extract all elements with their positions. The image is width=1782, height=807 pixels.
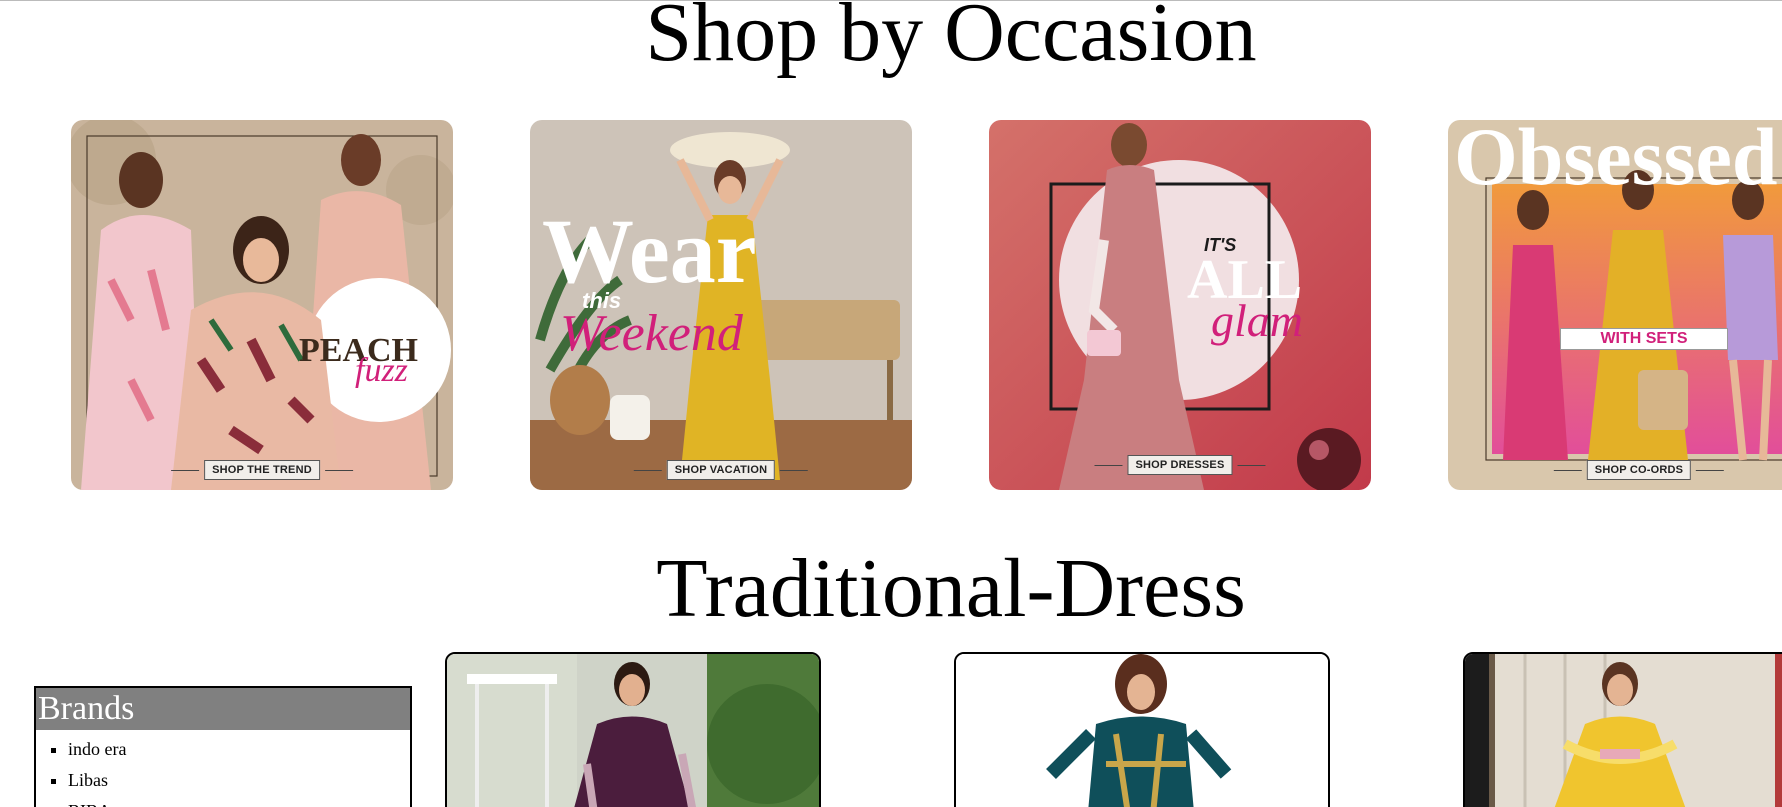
product-card-teal-suit[interactable] bbox=[954, 652, 1330, 807]
obsessed-headline: Obsessed bbox=[1454, 120, 1778, 202]
glam-banner-image bbox=[989, 120, 1371, 490]
brand-item-biba[interactable]: BIBA bbox=[68, 796, 410, 807]
shop-vacation-button[interactable]: SHOP VACATION bbox=[633, 460, 809, 480]
with-sets-headline: WITH SETS bbox=[1560, 328, 1728, 350]
product-card-yellow-lehenga[interactable] bbox=[1463, 652, 1782, 807]
shop-dresses-button[interactable]: SHOP DRESSES bbox=[1094, 455, 1266, 475]
product-image-purple-anarkali bbox=[447, 654, 819, 807]
shop-the-trend-button[interactable]: SHOP THE TREND bbox=[171, 460, 353, 480]
fuzz-headline: fuzz bbox=[355, 352, 408, 389]
occasion-card-peach-fuzz[interactable]: PEACH fuzz SHOP THE TREND bbox=[71, 120, 453, 490]
brands-list: indo era Libas BIBA bbox=[36, 734, 410, 807]
product-image-yellow-lehenga bbox=[1465, 654, 1782, 807]
brand-item-libas[interactable]: Libas bbox=[68, 765, 410, 796]
shop-by-occasion-heading: Shop by Occasion bbox=[645, 0, 1257, 79]
peach-fuzz-banner-image bbox=[71, 120, 453, 490]
occasion-card-its-all-glam[interactable]: IT'S ALL glam SHOP DRESSES bbox=[989, 120, 1371, 490]
traditional-dress-heading: Traditional-Dress bbox=[656, 542, 1246, 635]
product-image-teal-suit bbox=[956, 654, 1328, 807]
shop-co-ords-button[interactable]: SHOP CO-ORDS bbox=[1553, 460, 1725, 480]
brands-heading: Brands bbox=[36, 688, 410, 730]
weekend-headline: Weekend bbox=[560, 305, 743, 362]
brands-filter-panel: Brands indo era Libas BIBA bbox=[34, 686, 412, 807]
occasion-card-wear-this-weekend[interactable]: Wear this Weekend SHOP VACATION bbox=[530, 120, 912, 490]
page: Shop by Occasion PEACH fuzz SHOP THE TRE… bbox=[0, 0, 1782, 807]
wear-headline: Wear bbox=[542, 200, 757, 302]
glam-headline: glam bbox=[1211, 295, 1303, 346]
brand-item-indo-era[interactable]: indo era bbox=[68, 734, 410, 765]
occasion-card-obsessed-with-sets[interactable]: Obsessed WITH SETS SHOP CO-ORDS bbox=[1448, 120, 1782, 490]
product-card-purple-anarkali[interactable] bbox=[445, 652, 821, 807]
